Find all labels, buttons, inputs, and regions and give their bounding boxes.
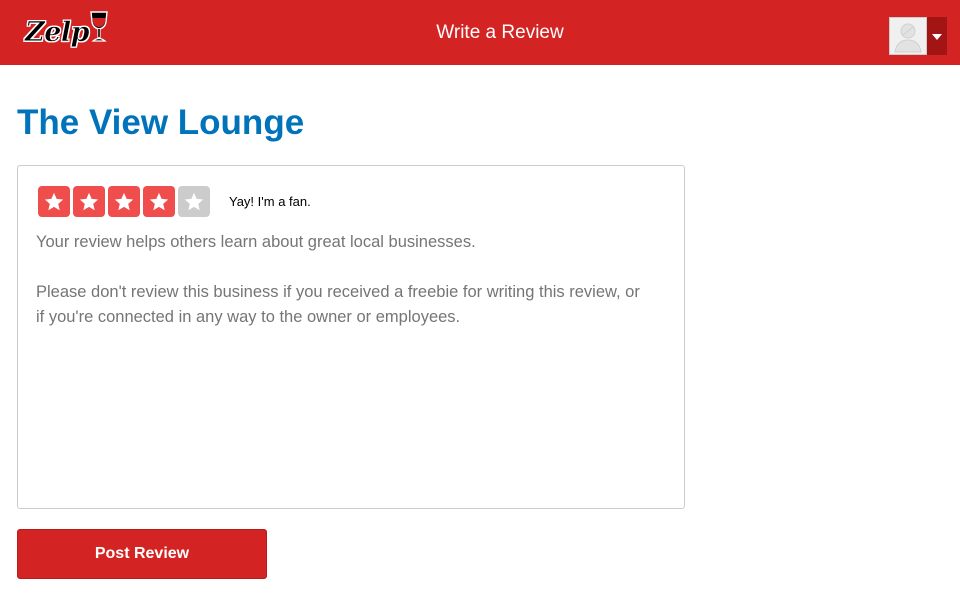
page-title: Write a Review [436,21,564,43]
placeholder-line-1: Your review helps others learn about gre… [36,233,476,251]
star-icon [114,192,134,210]
star-icon [79,192,99,210]
caret-down-icon [932,27,942,45]
user-avatar-icon [890,23,926,58]
star-icon [149,192,169,210]
star-2[interactable] [73,186,105,217]
star-4[interactable] [143,186,175,217]
star-3[interactable] [108,186,140,217]
business-name[interactable]: The View Lounge [17,103,304,143]
star-rating[interactable] [38,186,210,217]
star-5[interactable] [178,186,210,217]
logo-text: Zelp [25,16,90,48]
star-icon [184,192,204,210]
rating-label: Yay! I'm a fan. [229,194,311,209]
user-avatar-button[interactable] [889,17,927,55]
star-1[interactable] [38,186,70,217]
star-icon [44,192,64,210]
post-review-button[interactable]: Post Review [17,529,267,579]
account-menu-dropdown[interactable] [927,17,947,55]
top-navigation-bar: Zelp Write a Review [0,0,960,65]
placeholder-line-2: Please don't review this business if you… [36,283,640,326]
zelp-logo[interactable]: Zelp [25,10,108,52]
review-textarea[interactable]: Yay! I'm a fan. Your review helps others… [17,165,685,509]
wine-glass-icon [90,10,108,48]
review-placeholder: Your review helps others learn about gre… [36,230,646,355]
